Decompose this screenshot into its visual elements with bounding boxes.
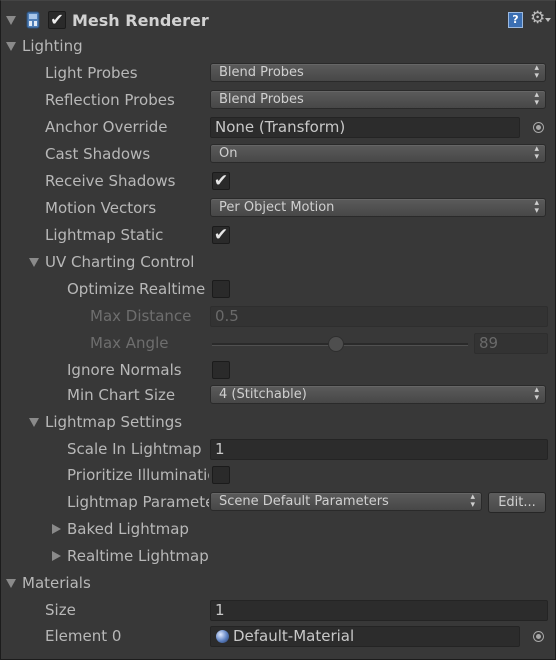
receive-shadows-label: Receive Shadows: [45, 172, 176, 190]
dropdown-arrows-icon: ▴ ▾: [534, 385, 539, 403]
materials-header-label: Materials: [22, 574, 91, 592]
optimize-realtime-label: Optimize Realtime: [67, 280, 206, 298]
dropdown-arrows-icon: ▴ ▾: [534, 63, 539, 81]
object-picker-icon[interactable]: [533, 122, 544, 133]
element-0-label: Element 0: [45, 627, 122, 645]
gear-icon[interactable]: ⚙: [530, 8, 545, 28]
component-enabled-checkbox[interactable]: ✔: [48, 11, 66, 29]
motion-vectors-label: Motion Vectors: [45, 199, 157, 217]
element-0-field[interactable]: Default-Material: [210, 626, 520, 647]
materials-size-label: Size: [45, 601, 76, 619]
baked-lightmap-label: Baked Lightmap: [67, 520, 189, 538]
light-probes-dropdown[interactable]: Blend Probes ▴ ▾: [210, 63, 546, 82]
light-probes-row: Light Probes Blend Probes ▴ ▾: [0, 60, 556, 87]
lightmap-settings-foldout-arrow[interactable]: [29, 418, 39, 427]
light-probes-value: Blend Probes: [219, 65, 304, 80]
lightmap-parameters-label: Lightmap Parameters: [67, 493, 209, 511]
lightmap-static-checkbox[interactable]: ✔: [212, 226, 230, 244]
cast-shadows-dropdown[interactable]: On ▴ ▾: [210, 144, 546, 163]
motion-vectors-row: Motion Vectors Per Object Motion ▴ ▾: [0, 195, 556, 222]
prioritize-illumination-row: Prioritize Illumination: [0, 462, 556, 489]
lightmap-static-row: Lightmap Static ✔: [0, 222, 556, 249]
optimize-realtime-row: Optimize Realtime: [0, 276, 556, 303]
dropdown-arrows-icon: ▴ ▾: [534, 198, 539, 216]
reflection-probes-dropdown[interactable]: Blend Probes ▴ ▾: [210, 90, 546, 109]
materials-foldout-arrow[interactable]: [6, 579, 16, 588]
scale-in-lightmap-field[interactable]: 1: [210, 439, 548, 460]
cast-shadows-row: Cast Shadows On ▴ ▾: [0, 141, 556, 168]
component-title: Mesh Renderer: [72, 11, 209, 30]
gear-dropdown-icon[interactable]: [545, 18, 551, 22]
optimize-realtime-checkbox[interactable]: [212, 280, 230, 298]
lighting-header-label: Lighting: [22, 37, 83, 55]
lightmap-settings-header-label: Lightmap Settings: [45, 413, 183, 431]
min-chart-size-value: 4 (Stitchable): [219, 387, 307, 402]
scale-in-lightmap-row: Scale In Lightmap 1: [0, 436, 556, 463]
material-sphere-icon: [216, 630, 229, 643]
lightmap-parameters-value: Scene Default Parameters: [219, 494, 389, 509]
materials-size-field[interactable]: 1: [210, 600, 548, 621]
uv-charting-header-label: UV Charting Control: [45, 253, 195, 271]
baked-lightmap-foldout-arrow[interactable]: [52, 524, 61, 534]
lighting-section-header[interactable]: Lighting: [0, 33, 556, 60]
min-chart-size-label: Min Chart Size: [67, 386, 176, 404]
motion-vectors-dropdown[interactable]: Per Object Motion ▴ ▾: [210, 198, 546, 217]
uv-charting-header[interactable]: UV Charting Control: [0, 249, 556, 276]
reflection-probes-row: Reflection Probes Blend Probes ▴ ▾: [0, 87, 556, 114]
lightmap-parameters-dropdown[interactable]: Scene Default Parameters ▴ ▾: [210, 492, 482, 511]
uv-charting-foldout-arrow[interactable]: [29, 258, 39, 267]
scale-in-lightmap-label: Scale In Lightmap: [67, 440, 202, 458]
realtime-lightmap-foldout-arrow[interactable]: [52, 551, 61, 561]
max-angle-row: Max Angle 89: [0, 330, 556, 357]
prioritize-illumination-checkbox[interactable]: [212, 466, 230, 484]
reflection-probes-label: Reflection Probes: [45, 91, 175, 109]
min-chart-size-row: Min Chart Size 4 (Stitchable) ▴ ▾: [0, 382, 556, 409]
materials-section-header[interactable]: Materials: [0, 570, 556, 597]
ignore-normals-row: Ignore Normals: [0, 357, 556, 384]
ignore-normals-checkbox[interactable]: [212, 361, 230, 379]
realtime-lightmap-label: Realtime Lightmap: [67, 547, 209, 565]
max-angle-slider-handle: [328, 336, 344, 352]
materials-size-row: Size 1: [0, 597, 556, 624]
max-angle-field: 89: [474, 333, 548, 354]
edit-button[interactable]: Edit...: [488, 492, 546, 513]
ignore-normals-label: Ignore Normals: [67, 361, 182, 379]
motion-vectors-value: Per Object Motion: [219, 200, 335, 215]
reflection-probes-value: Blend Probes: [219, 92, 304, 107]
help-icon[interactable]: ?: [508, 12, 523, 28]
cast-shadows-label: Cast Shadows: [45, 145, 151, 163]
max-angle-label: Max Angle: [90, 334, 169, 352]
mesh-renderer-icon: [25, 11, 41, 29]
max-distance-row: Max Distance 0.5: [0, 303, 556, 330]
realtime-lightmap-row[interactable]: Realtime Lightmap: [0, 543, 556, 570]
baked-lightmap-row[interactable]: Baked Lightmap: [0, 516, 556, 543]
object-picker-icon[interactable]: [533, 631, 544, 642]
dropdown-arrows-icon: ▴ ▾: [534, 90, 539, 108]
min-chart-size-dropdown[interactable]: 4 (Stitchable) ▴ ▾: [210, 385, 546, 404]
lightmap-static-label: Lightmap Static: [45, 226, 164, 244]
receive-shadows-checkbox[interactable]: ✔: [212, 172, 230, 190]
dropdown-arrows-icon: ▴ ▾: [470, 492, 475, 510]
lighting-foldout-arrow[interactable]: [6, 42, 16, 51]
max-distance-field: 0.5: [210, 306, 548, 327]
max-distance-label: Max Distance: [90, 307, 192, 325]
material-element-0-row: Element 0 Default-Material: [0, 623, 556, 650]
anchor-override-field[interactable]: None (Transform): [210, 117, 520, 138]
light-probes-label: Light Probes: [45, 64, 138, 82]
prioritize-illumination-label: Prioritize Illumination: [67, 466, 209, 484]
component-foldout-arrow[interactable]: [6, 16, 16, 25]
dropdown-arrows-icon: ▴ ▾: [534, 144, 539, 162]
receive-shadows-row: Receive Shadows ✔: [0, 168, 556, 195]
cast-shadows-value: On: [219, 146, 238, 161]
lightmap-settings-header[interactable]: Lightmap Settings: [0, 409, 556, 436]
anchor-override-row: Anchor Override None (Transform): [0, 114, 556, 141]
lightmap-parameters-row: Lightmap Parameters Scene Default Parame…: [0, 489, 556, 516]
anchor-override-label: Anchor Override: [45, 118, 168, 136]
